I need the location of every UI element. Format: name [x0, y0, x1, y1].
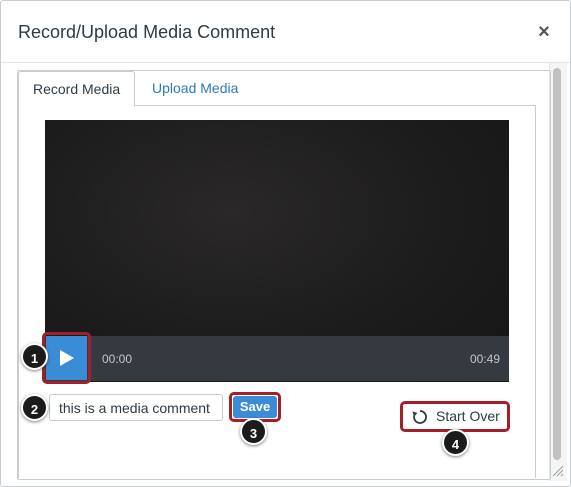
callout-badge-3: 3 [240, 418, 267, 445]
callout-badge-4: 4 [442, 429, 469, 456]
dialog-title: Record/Upload Media Comment [18, 22, 276, 42]
callout-badge-2: 2 [21, 394, 48, 421]
resize-handle-icon[interactable] [549, 462, 565, 478]
tab-upload-media[interactable]: Upload Media [138, 71, 252, 106]
callout-highlight-play [42, 332, 91, 384]
tab-strip: Record Media Upload Media [18, 71, 536, 107]
tab-record-media[interactable]: Record Media [18, 71, 136, 107]
current-time: 00:00 [102, 352, 133, 366]
dialog-header: Record/Upload Media Comment × [1, 1, 570, 63]
callout-badge-1: 1 [21, 343, 48, 370]
callout-highlight-start-over [400, 401, 510, 432]
close-button[interactable]: × [533, 21, 555, 43]
scrollbar-thumb[interactable] [553, 68, 561, 460]
media-comment-input[interactable] [49, 394, 223, 421]
duration-time: 00:49 [470, 352, 501, 366]
